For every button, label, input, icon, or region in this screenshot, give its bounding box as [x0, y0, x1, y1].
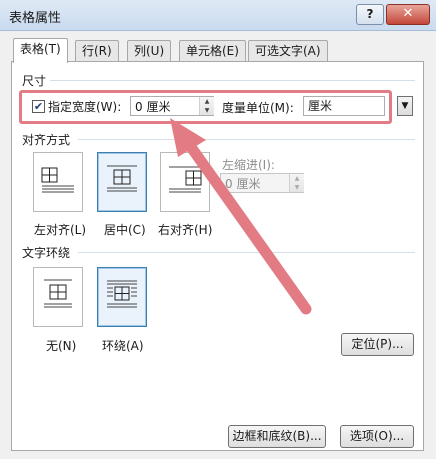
tab-table[interactable]: 表格(T) — [13, 38, 68, 63]
arrow-icon — [170, 118, 312, 315]
annotation-arrow — [170, 118, 312, 315]
